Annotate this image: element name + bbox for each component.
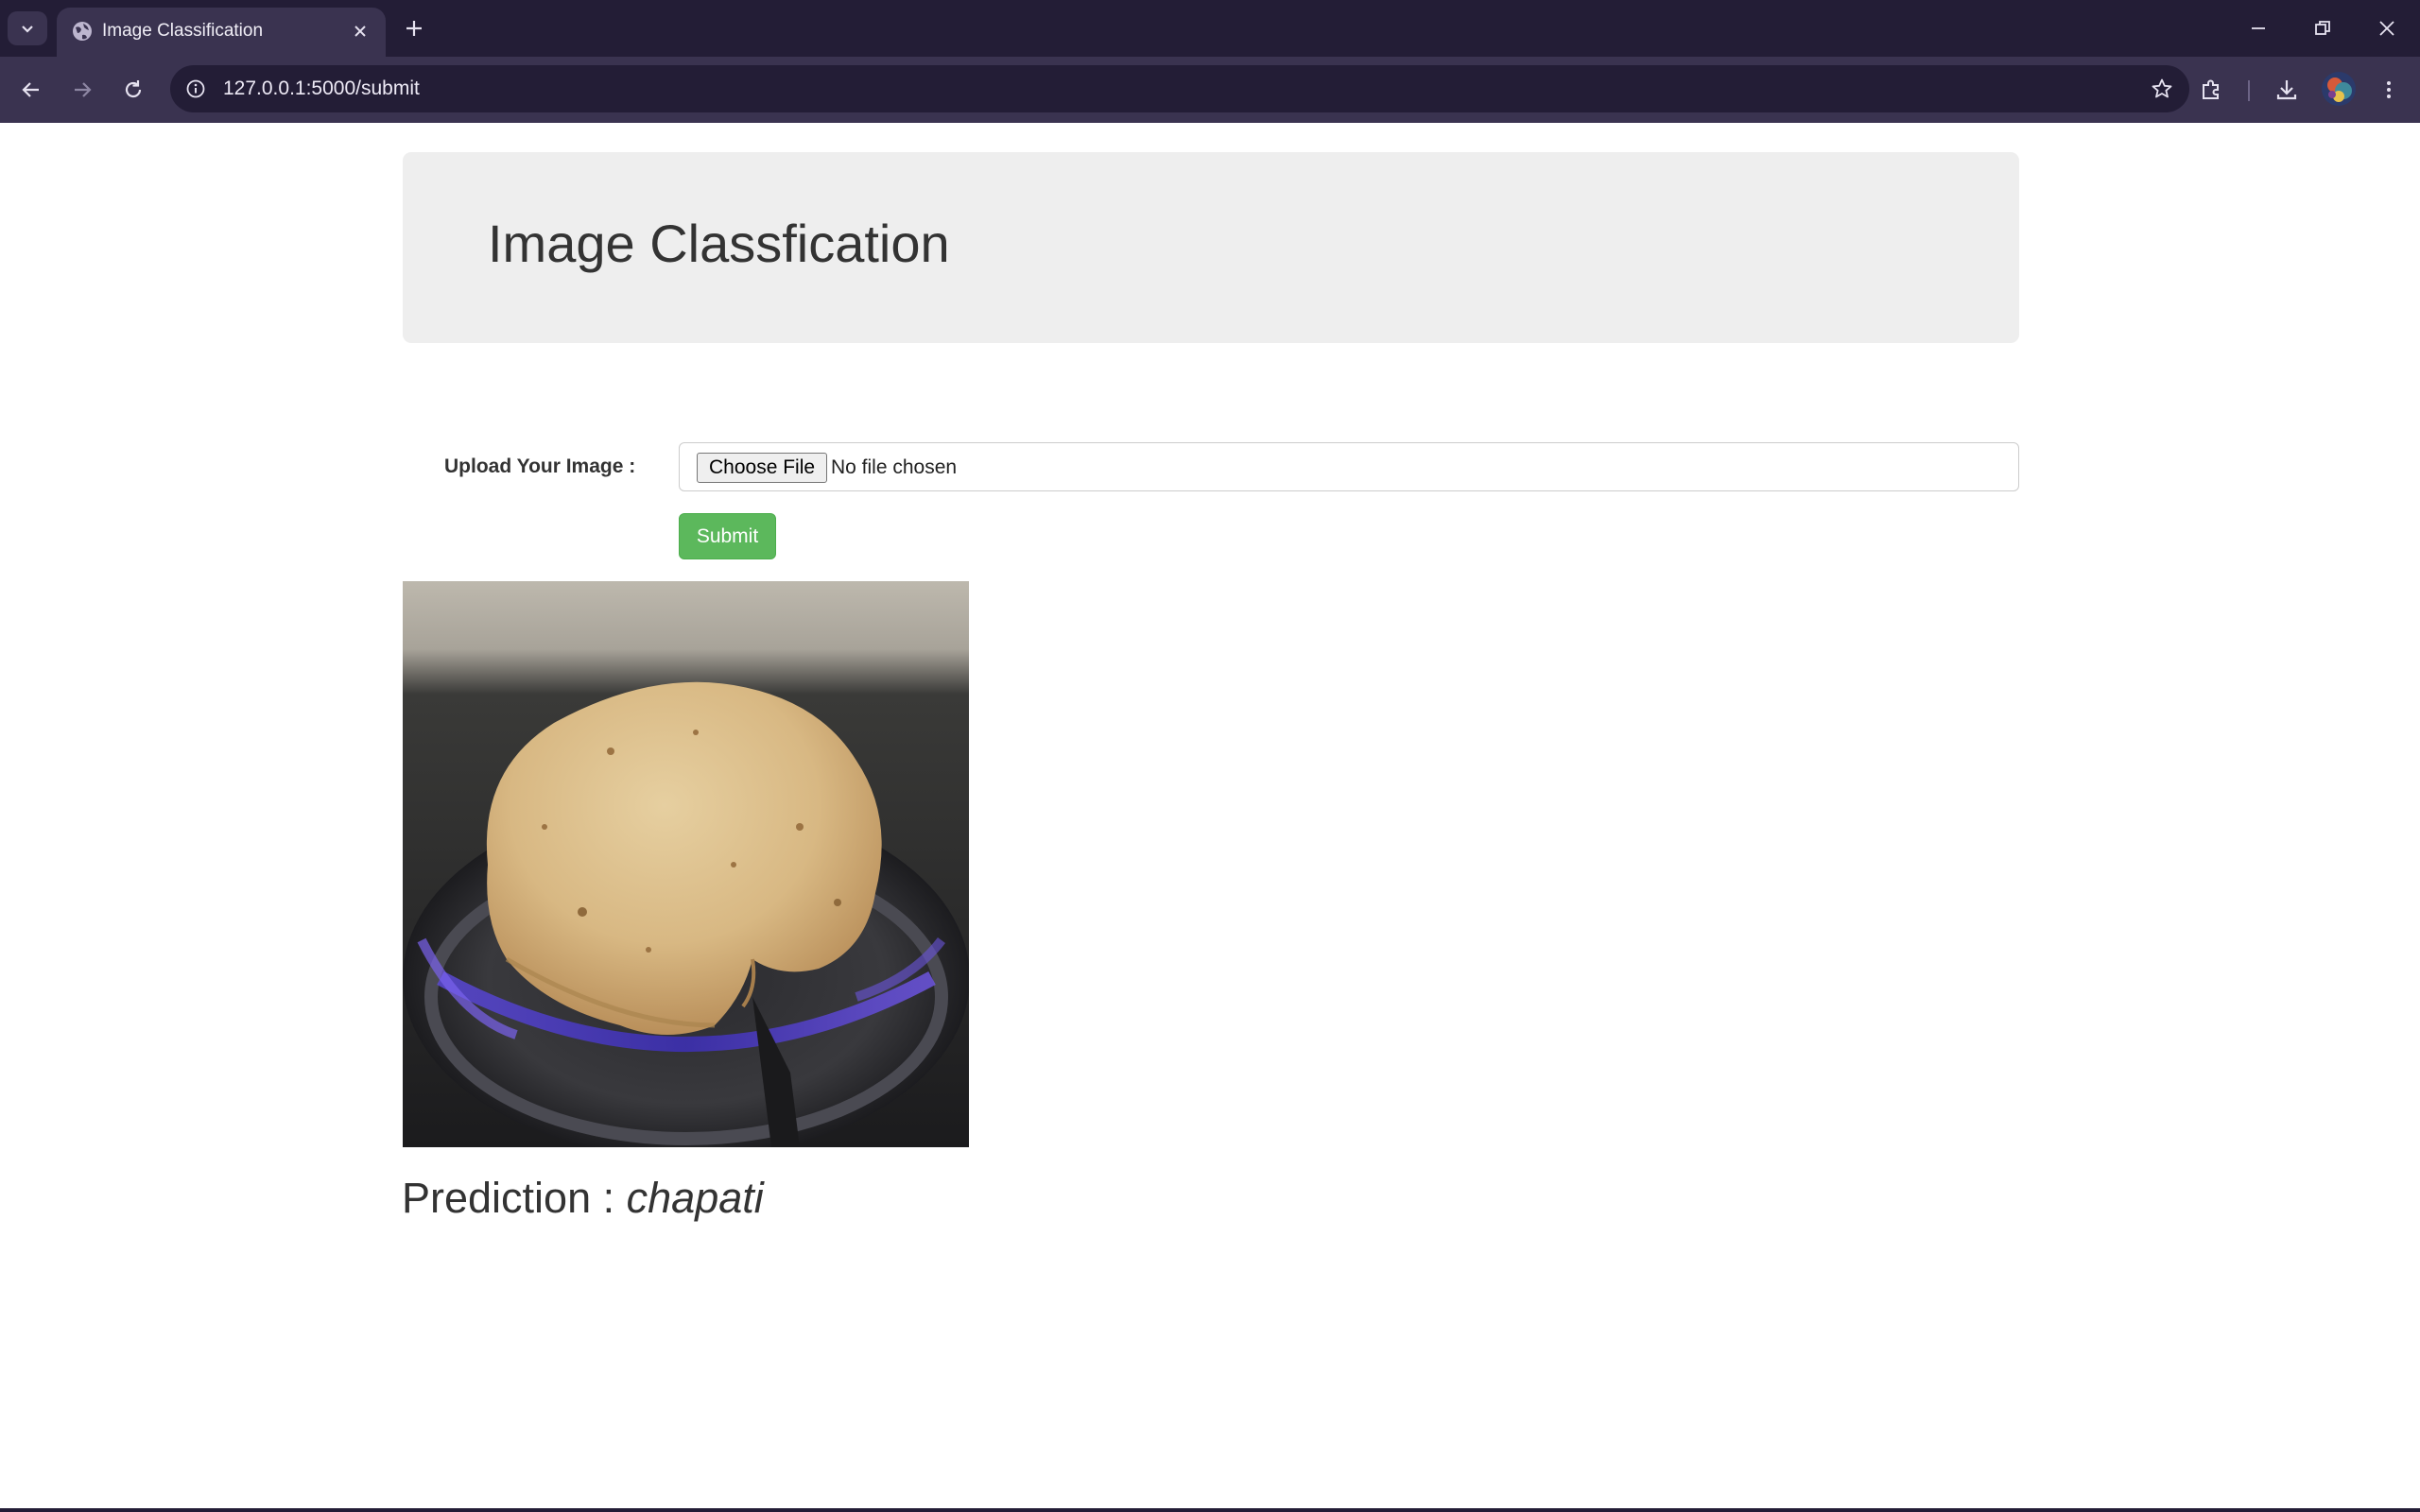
submit-button[interactable]: Submit [679,513,776,559]
forward-button[interactable] [62,70,102,110]
chevron-down-icon [22,26,33,33]
window-close-button[interactable] [2354,0,2420,57]
extensions-icon [2203,79,2219,99]
prediction-value: chapati [626,1174,764,1222]
browser-menu-button[interactable] [2369,70,2409,110]
file-status-text: No file chosen [831,456,958,478]
tab-search-button[interactable] [8,11,47,45]
reload-button[interactable] [113,70,153,110]
close-icon [2379,21,2394,36]
profile-avatar[interactable] [2322,72,2356,106]
back-arrow-icon [22,82,39,97]
downloads-button[interactable] [2267,70,2307,110]
minimize-button[interactable] [2225,0,2291,57]
prediction-prefix: Prediction : [402,1174,615,1222]
forward-arrow-icon [75,82,92,97]
browser-toolbar: 127.0.0.1:5000/submit [0,57,2420,123]
avatar-image [2322,72,2356,106]
url-text[interactable]: 127.0.0.1:5000/submit [223,77,420,100]
download-icon [2276,80,2297,100]
site-info-button[interactable] [182,75,210,103]
close-icon [354,26,366,37]
bottom-border [0,1508,2420,1512]
tab-close-button[interactable] [348,19,372,43]
minimize-icon [2252,27,2265,29]
plus-icon [406,21,422,36]
kebab-menu-icon [2387,81,2391,98]
info-icon [186,79,205,98]
header-banner: Image Classfication [403,152,2019,343]
chapati-photo [403,581,969,1147]
restore-icon [2315,21,2330,35]
extensions-button[interactable] [2191,70,2231,110]
restore-button[interactable] [2290,0,2356,57]
tab-strip: Image Classification [0,0,2420,57]
tab-title: Image Classification [102,21,264,41]
page-content: Image Classfication Upload Your Image : … [0,123,2420,1512]
file-input[interactable]: Choose File No file chosen [679,442,2019,491]
reload-icon [125,80,142,98]
bookmark-button[interactable] [2148,75,2176,103]
uploaded-image [403,581,969,1147]
address-bar[interactable]: 127.0.0.1:5000/submit [170,65,2189,112]
star-icon [2152,78,2172,98]
upload-label: Upload Your Image : [444,455,636,477]
prediction-result: Prediction : chapati [402,1174,764,1223]
toolbar-divider [2248,80,2250,101]
new-tab-button[interactable] [397,11,431,45]
back-button[interactable] [11,70,51,110]
active-tab[interactable]: Image Classification [57,8,386,57]
page-title: Image Classfication [488,214,950,273]
globe-icon [73,22,92,41]
choose-file-button[interactable]: Choose File [697,453,828,483]
